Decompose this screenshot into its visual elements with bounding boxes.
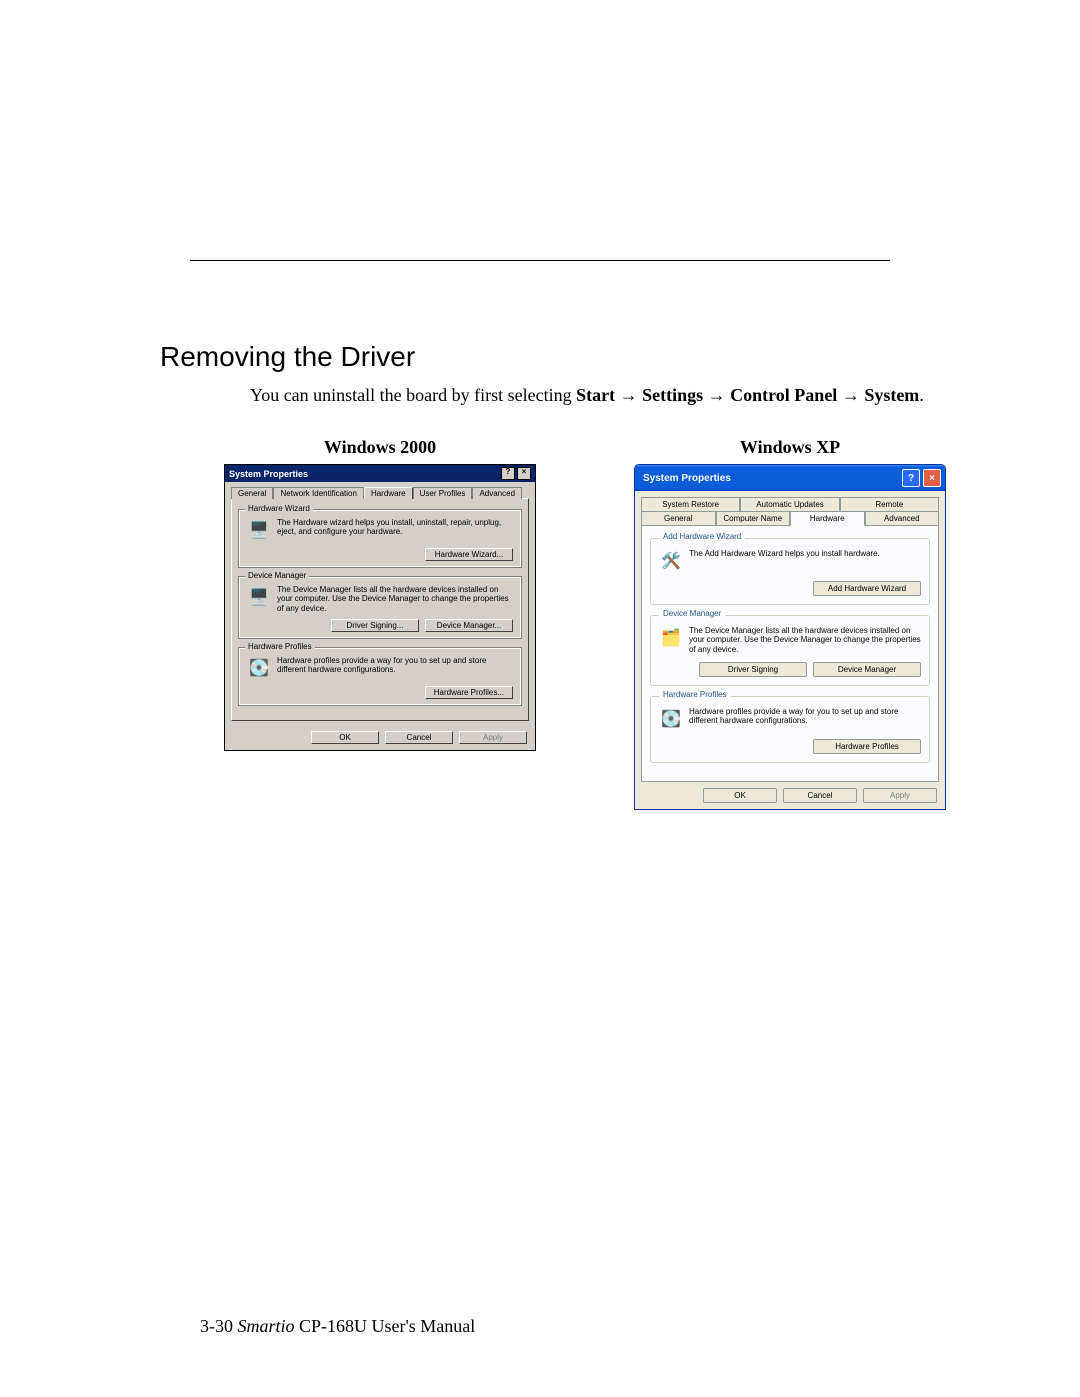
section-heading: Removing the Driver bbox=[160, 341, 960, 373]
ok-button[interactable]: OK bbox=[703, 788, 777, 803]
group-desc: Hardware profiles provide a way for you … bbox=[277, 656, 513, 674]
hardware-wizard-icon: 🖥️ bbox=[247, 518, 271, 542]
apply-button[interactable]: Apply bbox=[863, 788, 937, 803]
top-rule bbox=[190, 260, 890, 261]
tab-row-1: System Restore Automatic Updates Remote bbox=[641, 497, 939, 511]
path-system: System bbox=[864, 385, 919, 405]
tab-advanced[interactable]: Advanced bbox=[472, 487, 522, 499]
dialog-title: System Properties bbox=[643, 473, 731, 484]
page-number: 3-30 bbox=[200, 1316, 233, 1336]
tab-general[interactable]: General bbox=[231, 487, 273, 499]
tab-panel: Add Hardware Wizard 🛠️ The Add Hardware … bbox=[641, 525, 939, 782]
ok-button[interactable]: OK bbox=[311, 731, 379, 744]
group-desc: The Device Manager lists all the hardwar… bbox=[277, 585, 513, 613]
path-control-panel: Control Panel bbox=[730, 385, 837, 405]
driver-signing-button[interactable]: Driver Signing bbox=[699, 662, 807, 677]
group-legend: Hardware Profiles bbox=[659, 690, 731, 699]
driver-signing-button[interactable]: Driver Signing... bbox=[331, 619, 419, 632]
dialog-title: System Properties bbox=[229, 469, 308, 479]
hardware-profiles-button[interactable]: Hardware Profiles bbox=[813, 739, 921, 754]
tab-strip: General Network Identification Hardware … bbox=[225, 482, 535, 498]
col-title-w2k: Windows 2000 bbox=[324, 437, 436, 458]
path-start: Start bbox=[576, 385, 615, 405]
close-button[interactable]: × bbox=[517, 467, 531, 480]
hardware-profiles-button[interactable]: Hardware Profiles... bbox=[425, 686, 513, 699]
group-add-hardware-wizard: Add Hardware Wizard 🛠️ The Add Hardware … bbox=[650, 538, 930, 605]
column-winxp: Windows XP System Properties ? × System … bbox=[620, 437, 960, 810]
dialog-winxp: System Properties ? × System Restore Aut… bbox=[634, 464, 946, 810]
column-win2000: Windows 2000 System Properties ? × Gener… bbox=[210, 437, 550, 810]
titlebar[interactable]: System Properties ? × bbox=[635, 465, 945, 491]
add-hardware-wizard-button[interactable]: Add Hardware Wizard bbox=[813, 581, 921, 596]
device-manager-icon: 🖥️ bbox=[247, 585, 271, 609]
manual-name: CP-168U User's Manual bbox=[295, 1316, 476, 1336]
dialog-button-row: OK Cancel Apply bbox=[641, 782, 939, 803]
help-button[interactable]: ? bbox=[501, 467, 515, 480]
group-device-manager: Device Manager 🖥️ The Device Manager lis… bbox=[238, 576, 522, 639]
cancel-button[interactable]: Cancel bbox=[385, 731, 453, 744]
arrow-icon: → bbox=[842, 385, 860, 405]
brand-name: Smartio bbox=[238, 1316, 295, 1336]
path-settings: Settings bbox=[642, 385, 703, 405]
group-legend: Device Manager bbox=[659, 609, 725, 618]
page-footer: 3-30 Smartio CP-168U User's Manual bbox=[200, 1316, 475, 1337]
col-title-xp: Windows XP bbox=[740, 437, 840, 458]
tab-user-profiles[interactable]: User Profiles bbox=[413, 487, 473, 499]
tab-general[interactable]: General bbox=[641, 511, 716, 525]
tab-network-id[interactable]: Network Identification bbox=[273, 487, 363, 499]
group-desc: The Hardware wizard helps you install, u… bbox=[277, 518, 513, 536]
intro-text: You can uninstall the board by first sel… bbox=[250, 383, 960, 407]
hardware-wizard-button[interactable]: Hardware Wizard... bbox=[425, 548, 513, 561]
arrow-icon: → bbox=[620, 385, 638, 405]
tab-remote[interactable]: Remote bbox=[840, 497, 939, 511]
tab-panel: Hardware Wizard 🖥️ The Hardware wizard h… bbox=[231, 498, 529, 721]
tab-advanced[interactable]: Advanced bbox=[865, 511, 940, 525]
group-legend: Device Manager bbox=[245, 571, 309, 580]
hardware-profiles-icon: 💽 bbox=[247, 656, 271, 680]
tab-hardware[interactable]: Hardware bbox=[790, 511, 865, 526]
group-desc: Hardware profiles provide a way for you … bbox=[689, 707, 921, 725]
tab-system-restore[interactable]: System Restore bbox=[641, 497, 740, 511]
titlebar[interactable]: System Properties ? × bbox=[225, 465, 535, 482]
device-manager-icon: 🗂️ bbox=[659, 626, 683, 650]
dialog-win2000: System Properties ? × General Network Id… bbox=[224, 464, 536, 751]
group-legend: Hardware Wizard bbox=[245, 504, 313, 513]
tab-row-2: General Computer Name Hardware Advanced bbox=[641, 511, 939, 525]
device-manager-button[interactable]: Device Manager bbox=[813, 662, 921, 677]
hardware-profiles-icon: 💽 bbox=[659, 707, 683, 731]
tab-hardware[interactable]: Hardware bbox=[364, 487, 413, 499]
group-hardware-profiles: Hardware Profiles 💽 Hardware profiles pr… bbox=[238, 647, 522, 706]
group-desc: The Add Hardware Wizard helps you instal… bbox=[689, 549, 880, 558]
tab-automatic-updates[interactable]: Automatic Updates bbox=[740, 497, 839, 511]
device-manager-button[interactable]: Device Manager... bbox=[425, 619, 513, 632]
group-desc: The Device Manager lists all the hardwar… bbox=[689, 626, 921, 654]
apply-button[interactable]: Apply bbox=[459, 731, 527, 744]
group-legend: Add Hardware Wizard bbox=[659, 532, 745, 541]
close-button[interactable]: × bbox=[923, 469, 941, 487]
tab-computer-name[interactable]: Computer Name bbox=[716, 511, 791, 525]
help-button[interactable]: ? bbox=[902, 469, 920, 487]
cancel-button[interactable]: Cancel bbox=[783, 788, 857, 803]
group-hardware-wizard: Hardware Wizard 🖥️ The Hardware wizard h… bbox=[238, 509, 522, 568]
group-legend: Hardware Profiles bbox=[245, 642, 315, 651]
group-hardware-profiles: Hardware Profiles 💽 Hardware profiles pr… bbox=[650, 696, 930, 763]
intro-pre: You can uninstall the board by first sel… bbox=[250, 385, 576, 405]
dialog-button-row: OK Cancel Apply bbox=[225, 727, 535, 750]
group-device-manager: Device Manager 🗂️ The Device Manager lis… bbox=[650, 615, 930, 686]
arrow-icon: → bbox=[708, 385, 726, 405]
add-hardware-icon: 🛠️ bbox=[659, 549, 683, 573]
